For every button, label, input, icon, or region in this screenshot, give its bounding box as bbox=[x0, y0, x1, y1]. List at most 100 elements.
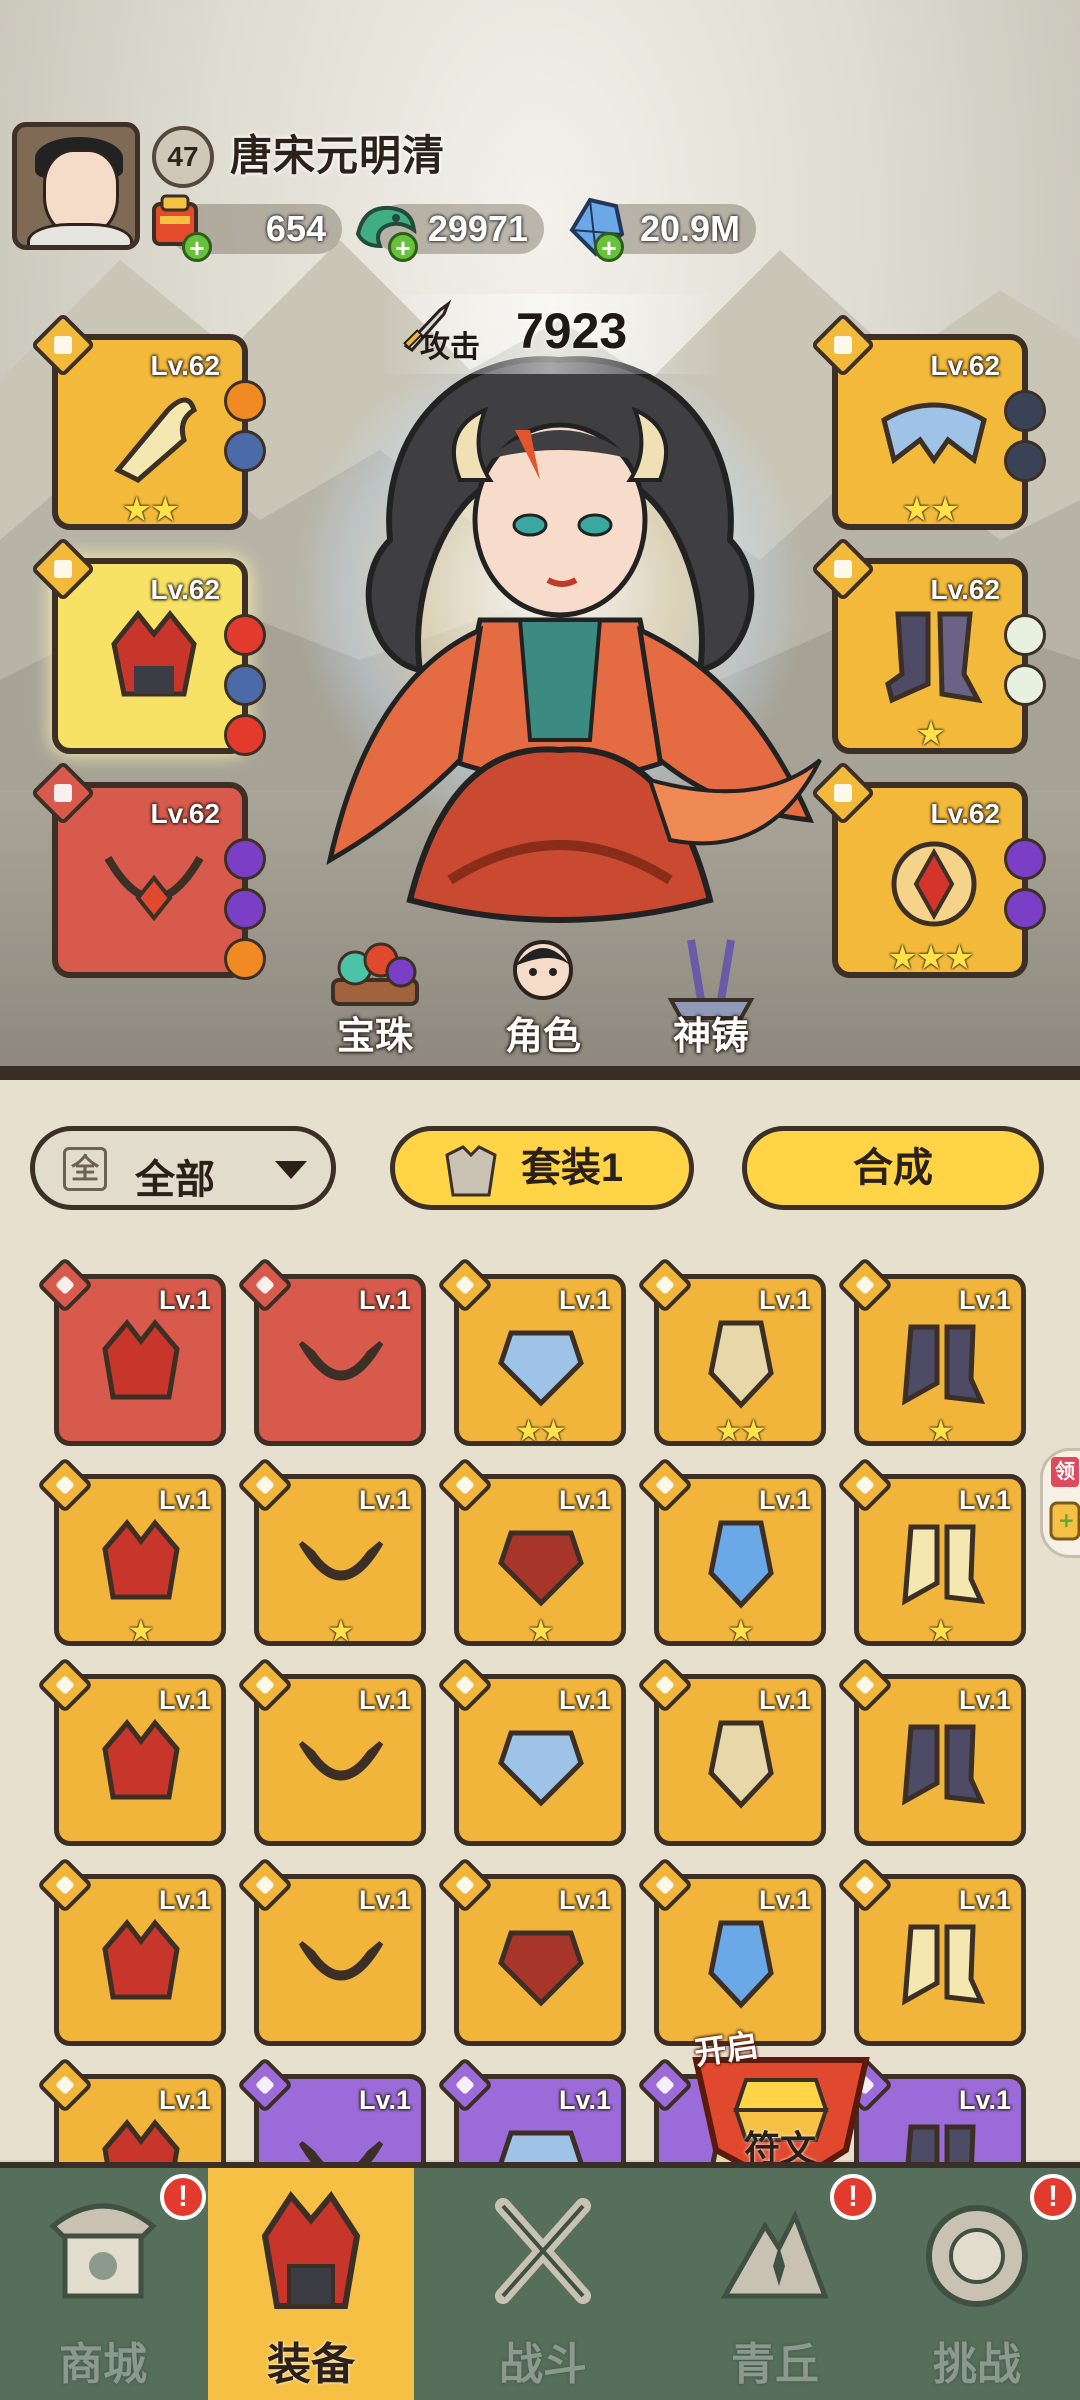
gem-purple bbox=[224, 888, 266, 930]
inventory-item[interactable]: Lv.1 bbox=[36, 1856, 226, 2046]
forge-button[interactable]: 神铸 bbox=[636, 930, 786, 1060]
inventory-item[interactable]: Lv.1 ★ bbox=[236, 1456, 426, 1648]
item-level: Lv.1 bbox=[558, 1885, 611, 1915]
inventory-item[interactable]: Lv.1 bbox=[636, 1656, 826, 1846]
equipment-item-icon bbox=[498, 1330, 584, 1407]
equipment-item-icon bbox=[102, 1319, 180, 1400]
item-stars: ★ bbox=[927, 1615, 955, 1648]
helmet-item-icon bbox=[111, 609, 197, 697]
item-level: Lv.1 bbox=[358, 2085, 411, 2115]
item-level: Lv.1 bbox=[158, 1485, 211, 1515]
resource-scroll-value: 654 bbox=[265, 208, 326, 249]
inventory-item[interactable]: Lv.1 ★ bbox=[36, 1456, 226, 1648]
combine-button-label: 合成 bbox=[853, 1146, 933, 1190]
equipment-item-icon bbox=[298, 1541, 384, 1581]
inventory-item[interactable]: Lv.1 bbox=[236, 1256, 426, 1446]
nav-equipment[interactable]: 装备 bbox=[208, 2168, 414, 2400]
inventory-item[interactable]: Lv.1 bbox=[236, 1856, 426, 2046]
equipment-item-icon bbox=[298, 1341, 384, 1381]
inventory-item[interactable]: Lv.1 ★★ bbox=[636, 1256, 826, 1448]
inventory-item[interactable]: Lv.1 ★ bbox=[836, 1256, 1026, 1448]
character-portrait[interactable] bbox=[290, 340, 830, 940]
item-level: Lv.1 bbox=[158, 2085, 211, 2115]
equip-slot-shoulder[interactable]: Lv.62 ★★ bbox=[810, 312, 1046, 530]
item-level: Lv.1 bbox=[358, 1285, 411, 1315]
item-level: Lv.1 bbox=[158, 1885, 211, 1915]
inventory-item[interactable]: Lv.1 ★ bbox=[636, 1456, 826, 1648]
equipment-item-icon bbox=[708, 1920, 774, 2009]
add-jade-button[interactable]: + bbox=[388, 232, 418, 262]
equipment-item-icon bbox=[498, 1530, 584, 1607]
character-button[interactable]: 角色 bbox=[468, 930, 618, 1060]
item-level: Lv.1 bbox=[358, 1685, 411, 1715]
filter-dropdown[interactable]: 全 全部 bbox=[30, 1126, 336, 1210]
equipment-item-icon bbox=[498, 1730, 584, 1807]
scene-divider bbox=[0, 1066, 1080, 1080]
orb-button[interactable]: 宝珠 bbox=[300, 930, 450, 1060]
inventory-item[interactable]: Lv.1 ★ bbox=[836, 1456, 1026, 1648]
inventory-item[interactable]: Lv.1 bbox=[436, 2056, 626, 2207]
inventory-item[interactable]: Lv.1 bbox=[36, 2056, 226, 2200]
side-reward-tab[interactable]: 领 + bbox=[1040, 1448, 1080, 1558]
side-tab-label: 领 bbox=[1051, 1457, 1079, 1487]
item-level: Lv.1 bbox=[958, 2085, 1011, 2115]
inventory-item[interactable]: Lv.1 bbox=[236, 2056, 426, 2181]
gem-orange bbox=[224, 380, 266, 422]
inventory-item[interactable]: Lv.1 ★ bbox=[436, 1456, 626, 1648]
nav-equipment-label: 装备 bbox=[267, 2340, 355, 2389]
armor-set-icon bbox=[445, 1145, 497, 1197]
add-crystal-button[interactable]: + bbox=[594, 232, 624, 262]
filter-all-icon: 全 bbox=[63, 1147, 107, 1191]
resource-crystal-value: 20.9M bbox=[639, 208, 740, 249]
forge-label: 神铸 bbox=[672, 1016, 749, 1058]
inventory-item[interactable]: Lv.1 bbox=[836, 1656, 1026, 1846]
filter-label: 全部 bbox=[135, 1158, 215, 1202]
inventory-item[interactable]: Lv.1 ★★ bbox=[436, 1256, 626, 1448]
gift-icon: + bbox=[1049, 1501, 1080, 1541]
amulet-item-icon bbox=[891, 841, 977, 927]
weapon-item-icon bbox=[114, 397, 197, 483]
add-scroll-button[interactable]: + bbox=[182, 232, 212, 262]
chevron-down-icon bbox=[275, 1161, 307, 1179]
crossed-swords-icon bbox=[495, 2198, 591, 2304]
item-level: Lv.1 bbox=[758, 1285, 811, 1315]
item-level: Lv.1 bbox=[758, 1485, 811, 1515]
gem-red bbox=[224, 614, 266, 656]
player-level-badge: 47 bbox=[152, 126, 214, 188]
combine-button[interactable]: 合成 bbox=[742, 1126, 1044, 1210]
inventory-item[interactable]: Lv.1 bbox=[236, 1656, 426, 1846]
equipment-item-icon bbox=[902, 1924, 986, 2006]
item-level: Lv.1 bbox=[558, 2085, 611, 2115]
svg-text:+: + bbox=[1058, 1508, 1075, 1532]
gem-purple bbox=[1004, 838, 1046, 880]
equip-level: Lv.62 bbox=[150, 798, 220, 829]
inventory-item[interactable]: Lv.1 bbox=[836, 2056, 1026, 2206]
gem-purple bbox=[1004, 888, 1046, 930]
gem-dark bbox=[1004, 440, 1046, 482]
set-button[interactable]: 套装1 bbox=[390, 1126, 694, 1210]
equip-slot-amulet[interactable]: Lv.62 ★★★ bbox=[810, 760, 1046, 978]
necklace-item-icon bbox=[104, 856, 204, 922]
item-level: Lv.1 bbox=[758, 1885, 811, 1915]
inventory-item[interactable]: Lv.1 bbox=[636, 1856, 826, 2046]
inventory-item[interactable]: Lv.1 bbox=[36, 1656, 226, 1846]
inventory-item[interactable]: Lv.1 bbox=[836, 1856, 1026, 2046]
equip-slot-weapon[interactable]: Lv.62 ★★ bbox=[30, 312, 266, 530]
item-level: Lv.1 bbox=[958, 1485, 1011, 1515]
player-avatar[interactable] bbox=[12, 122, 140, 250]
equip-slot-necklace[interactable]: Lv.62 bbox=[30, 760, 266, 980]
character-label: 角色 bbox=[504, 1016, 581, 1058]
equip-slot-helmet[interactable]: Lv.62 bbox=[30, 536, 266, 756]
nav-battle[interactable]: 战斗 bbox=[440, 2168, 646, 2400]
item-level: Lv.1 bbox=[958, 1685, 1011, 1715]
inventory-item[interactable]: Lv.1 bbox=[36, 1256, 226, 1446]
equip-level: Lv.62 bbox=[150, 574, 220, 605]
item-level: Lv.1 bbox=[558, 1485, 611, 1515]
inventory-item[interactable]: Lv.1 bbox=[436, 1856, 626, 2046]
inventory-item[interactable]: Lv.1 bbox=[436, 1656, 626, 1846]
item-level: Lv.1 bbox=[558, 1285, 611, 1315]
equipment-item-icon bbox=[708, 1320, 774, 1409]
equip-slot-boots[interactable]: Lv.62 ★ bbox=[810, 536, 1046, 754]
mountain-shrine-icon bbox=[720, 2209, 829, 2299]
equip-stars: ★★★ bbox=[887, 939, 974, 977]
